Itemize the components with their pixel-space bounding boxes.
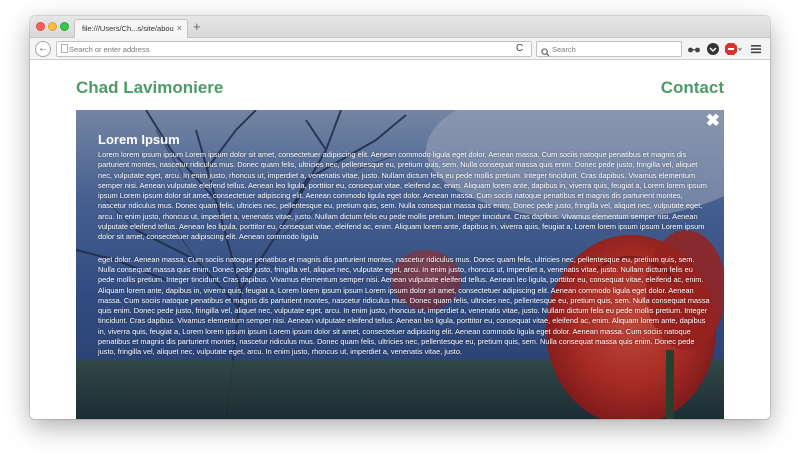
hamburger-menu-icon[interactable] (750, 42, 762, 61)
tab-close-icon[interactable]: × (177, 23, 182, 33)
close-window-button[interactable] (36, 22, 45, 31)
tab-strip: file:///Users/Ch...s/site/about.html × + (30, 16, 770, 38)
article-content: Lorem Ipsum Lorem lorem ipsum ipsum Lore… (98, 132, 710, 358)
search-bar[interactable] (536, 41, 682, 57)
article-overlay: ✖ Lorem Ipsum Lorem lorem ipsum ipsum Lo… (76, 110, 724, 419)
back-button[interactable]: ← (35, 41, 51, 57)
browser-window: file:///Users/Ch...s/site/about.html × +… (30, 16, 770, 419)
pocket-icon[interactable] (706, 42, 720, 61)
article-heading: Lorem Ipsum (98, 132, 180, 147)
article-paragraph: Lorem lorem ipsum ipsum Lorem ipsum dolo… (98, 150, 707, 242)
close-icon[interactable]: ✖ (706, 112, 720, 130)
tab-title: file:///Users/Ch...s/site/about.html (82, 24, 174, 33)
site-brand-link[interactable]: Chad Lavimoniere (76, 78, 223, 98)
search-icon (541, 44, 550, 62)
article-paragraph: eget dolor. Aenean massa. Cum sociis nat… (98, 254, 710, 357)
reload-button[interactable]: C (516, 41, 523, 57)
minimize-window-button[interactable] (48, 22, 57, 31)
info-icon[interactable] (61, 44, 68, 56)
zoom-window-button[interactable] (60, 22, 69, 31)
reading-glasses-icon[interactable] (687, 42, 701, 61)
adblock-icon[interactable] (724, 42, 742, 61)
search-input[interactable] (552, 43, 672, 55)
address-input[interactable] (69, 43, 469, 55)
new-tab-button[interactable]: + (193, 19, 201, 35)
address-bar[interactable] (56, 41, 532, 57)
nav-contact-link[interactable]: Contact (661, 78, 724, 98)
navigation-toolbar: ← C (30, 38, 770, 60)
tab-about[interactable]: file:///Users/Ch...s/site/about.html × (74, 19, 188, 38)
web-page: Chad Lavimoniere Contact ✖ Lorem Ipsum L… (30, 61, 770, 419)
